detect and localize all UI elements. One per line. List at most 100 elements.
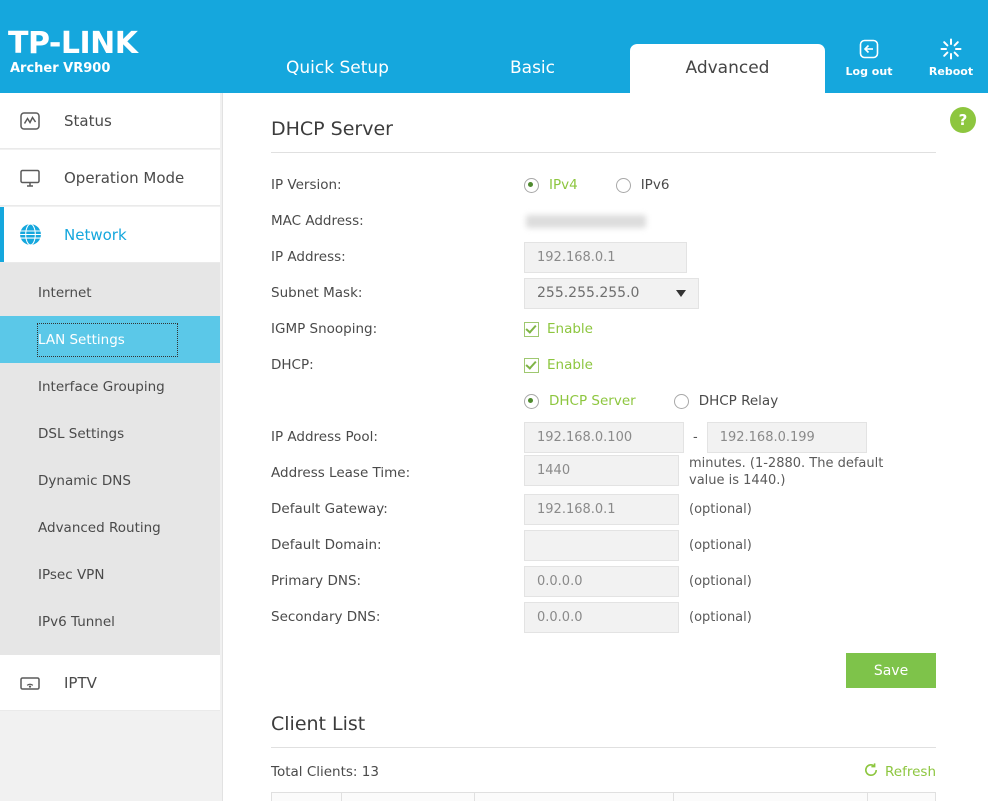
row-secondary-dns: Secondary DNS: (optional) — [271, 599, 936, 635]
ip-address-pool-label: IP Address Pool: — [271, 429, 378, 445]
logout-button[interactable]: Log out — [842, 36, 896, 78]
brand-model: Archer VR900 — [10, 61, 111, 76]
sidebar-subnav: Internet LAN Settings Interface Grouping… — [0, 263, 220, 655]
app-header: TP-LINK Archer VR900 Quick Setup Basic A… — [0, 0, 988, 93]
dhcp-mode-radio-group: DHCP Server DHCP Relay — [524, 393, 778, 409]
monitor-icon — [18, 166, 52, 190]
save-button[interactable]: Save — [846, 653, 936, 688]
sidebar-subitem-dsl-settings[interactable]: DSL Settings — [0, 410, 220, 457]
mac-address-label: MAC Address: — [271, 213, 364, 229]
sidebar-subitem-lan-settings[interactable]: LAN Settings — [0, 316, 220, 363]
secondary-dns-hint: (optional) — [689, 609, 752, 625]
dhcp-checkbox[interactable] — [524, 357, 539, 373]
row-mac-address: MAC Address: — [271, 203, 936, 239]
column-header-mac-address: MAC Address — [473, 792, 675, 801]
row-dhcp: DHCP: Enable — [271, 347, 936, 383]
radio-dhcp-server-label: DHCP Server — [549, 393, 636, 409]
client-list-toolbar: Total Clients: 13 Refresh — [271, 748, 936, 792]
sidebar-item-operation-mode[interactable]: Operation Mode — [0, 150, 220, 206]
sidebar-subitem-ipsec-vpn[interactable]: IPsec VPN — [0, 551, 220, 598]
sidebar-item-iptv[interactable]: IPTV — [0, 655, 220, 711]
ip-version-radio-group: IPv4 IPv6 — [524, 177, 669, 193]
dhcp-checkbox-label: Enable — [547, 357, 593, 373]
help-button[interactable]: ? — [950, 107, 976, 133]
row-primary-dns: Primary DNS: (optional) — [271, 563, 936, 599]
radio-ipv6[interactable] — [615, 177, 631, 193]
ip-address-input[interactable] — [524, 241, 687, 273]
chevron-down-icon — [676, 289, 686, 297]
reboot-button[interactable]: Reboot — [924, 36, 978, 78]
sidebar-item-network[interactable]: Network — [0, 207, 220, 263]
ip-pool-start-input[interactable] — [524, 421, 684, 453]
secondary-dns-input[interactable] — [524, 601, 679, 633]
iptv-icon — [18, 671, 52, 695]
sidebar-subitem-advanced-routing[interactable]: Advanced Routing — [0, 504, 220, 551]
igmp-snooping-checkbox[interactable] — [524, 321, 539, 337]
sidebar-subitem-label: Dynamic DNS — [38, 472, 131, 489]
header-actions: Log out Reboot — [842, 36, 978, 78]
sidebar-subitem-label: IPv6 Tunnel — [38, 613, 115, 630]
main-content: ? DHCP Server IP Version: IPv4 IPv6 MAC … — [223, 93, 988, 801]
default-domain-input[interactable] — [524, 529, 679, 561]
radio-dhcp-server[interactable] — [524, 393, 539, 409]
tab-basic[interactable]: Basic — [435, 44, 630, 93]
radio-ipv4[interactable] — [524, 177, 539, 193]
radio-dhcp-relay-label: DHCP Relay — [698, 393, 779, 409]
sidebar-subitem-ipv6-tunnel[interactable]: IPv6 Tunnel — [0, 598, 220, 645]
row-subnet-mask: Subnet Mask: 255.255.255.0 — [271, 275, 936, 311]
client-list-title: Client List — [271, 688, 936, 748]
address-lease-time-hint: minutes. (1-2880. The default value is 1… — [689, 456, 884, 488]
dhcp-label: DHCP: — [271, 357, 314, 373]
primary-dns-input[interactable] — [524, 565, 679, 597]
sidebar-item-label: Status — [64, 111, 112, 130]
radio-dhcp-relay[interactable] — [673, 393, 689, 409]
default-domain-label: Default Domain: — [271, 537, 382, 553]
tab-advanced[interactable]: Advanced — [630, 44, 825, 93]
sidebar-subitem-label: Internet — [38, 284, 92, 301]
sidebar-item-status[interactable]: Status — [0, 93, 220, 149]
reboot-label: Reboot — [928, 65, 974, 78]
brand-name: TP-LINK — [8, 26, 138, 61]
dhcp-server-form: IP Version: IPv4 IPv6 MAC Address: IP Ad… — [271, 153, 936, 688]
sidebar-item-label: Operation Mode — [64, 168, 185, 187]
sidebar-item-label: IPTV — [64, 673, 97, 692]
page-body: Status Operation Mode Network Internet L… — [0, 93, 988, 801]
row-ip-version: IP Version: IPv4 IPv6 — [271, 167, 936, 203]
client-list-table: ID Client Name MAC Address Assigned IP L… — [271, 792, 936, 801]
sidebar: Status Operation Mode Network Internet L… — [0, 93, 223, 801]
igmp-snooping-label: IGMP Snooping: — [271, 321, 378, 337]
igmp-snooping-checkbox-label: Enable — [547, 321, 593, 337]
column-header-id: ID — [271, 792, 342, 801]
sidebar-subitem-dynamic-dns[interactable]: Dynamic DNS — [0, 457, 220, 504]
globe-icon — [18, 222, 52, 247]
ip-pool-end-input[interactable] — [706, 421, 867, 453]
status-chart-icon — [18, 109, 52, 133]
sidebar-subitem-internet[interactable]: Internet — [0, 269, 220, 316]
column-header-client-name: Client Name — [340, 792, 475, 801]
row-igmp-snooping: IGMP Snooping: Enable — [271, 311, 936, 347]
default-domain-hint: (optional) — [689, 537, 752, 553]
column-header-assigned-ip: Assigned IP — [673, 792, 869, 801]
sidebar-subitem-label: DSL Settings — [38, 425, 125, 442]
dhcp-server-panel: DHCP Server IP Version: IPv4 IPv6 MAC Ad… — [223, 93, 988, 801]
radio-ipv4-label: IPv4 — [549, 177, 578, 193]
default-gateway-label: Default Gateway: — [271, 501, 388, 517]
address-lease-time-input[interactable] — [524, 455, 679, 486]
sidebar-subitem-interface-grouping[interactable]: Interface Grouping — [0, 363, 220, 410]
ip-pool-separator: - — [693, 429, 698, 445]
default-gateway-input[interactable] — [524, 493, 679, 525]
sidebar-subitem-label: IPsec VPN — [38, 566, 105, 583]
sidebar-nav: Status Operation Mode Network Internet L… — [0, 93, 220, 711]
tab-quick-setup[interactable]: Quick Setup — [240, 44, 435, 93]
reboot-icon — [924, 36, 978, 62]
sidebar-item-label: Network — [64, 225, 127, 244]
subnet-mask-select[interactable]: 255.255.255.0 — [524, 277, 699, 309]
refresh-button[interactable]: Refresh — [863, 762, 936, 782]
table-header-row: ID Client Name MAC Address Assigned IP L… — [271, 792, 936, 801]
subnet-mask-label: Subnet Mask: — [271, 285, 363, 301]
logout-icon — [842, 36, 896, 62]
row-ip-address: IP Address: — [271, 239, 936, 275]
sidebar-subitem-label: Advanced Routing — [38, 519, 161, 536]
ip-address-label: IP Address: — [271, 249, 346, 265]
sidebar-subitem-label: Interface Grouping — [38, 378, 165, 395]
